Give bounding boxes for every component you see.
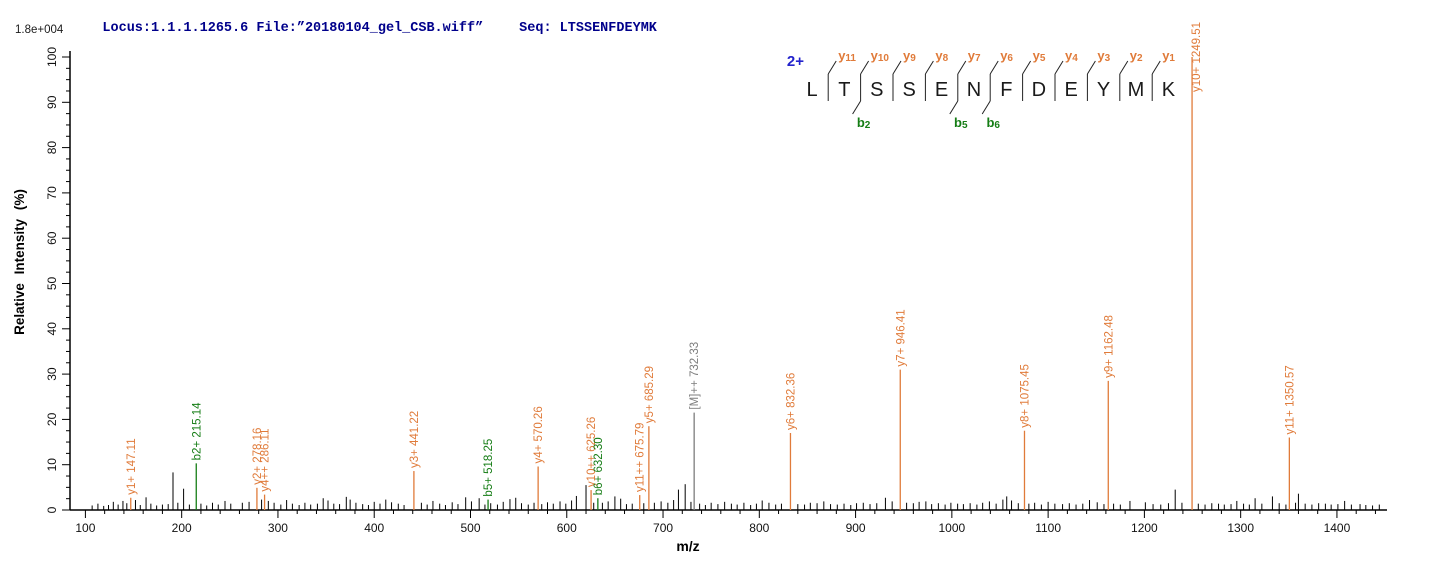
y-tick-label: 50 — [45, 277, 59, 291]
fragment-peak-label: y4++ 286.11 — [260, 429, 272, 492]
y-ion-label: y2 — [1130, 48, 1143, 64]
x-tick-label: 1200 — [1131, 521, 1158, 535]
y-tick-label: 0 — [45, 506, 59, 513]
fragment-peak-label: y4+ 570.26 — [533, 406, 545, 463]
y-tick-label: 30 — [45, 367, 59, 381]
b-ion-tick — [949, 100, 959, 115]
residue-letter: E — [1065, 79, 1078, 101]
y-tick-label: 60 — [45, 231, 59, 245]
precursor-charge-label: 2+ — [787, 53, 804, 70]
y-tick-label: 20 — [45, 412, 59, 426]
fragment-peak-label: b2+ 215.14 — [191, 402, 203, 460]
y-ion-tick — [1022, 60, 1032, 75]
y-ion-label: y9 — [903, 48, 916, 64]
fragment-peak-label: y9+ 1162.48 — [1103, 315, 1115, 378]
y-ion-tick — [860, 60, 870, 75]
fragment-peak-label: y11++ 675.79 — [635, 423, 647, 493]
y-ion-label: y10 — [871, 48, 890, 64]
y-ion-tick — [1086, 60, 1096, 75]
y-axis-title: Relative Intensity (%) — [12, 189, 27, 335]
axes-layer: 0 10 20 30 40 50 60 70 80 90 100 100 200 300 400 500 600… — [45, 47, 1387, 535]
y-ion-label: y6 — [1000, 48, 1013, 64]
spectrum-plot: 0 10 20 30 40 50 60 70 80 90 100 100 200 300 400 500 600… — [12, 22, 1387, 554]
residue-letter: F — [1000, 79, 1012, 101]
y-ion-tick — [1119, 60, 1129, 75]
x-tick-label: 200 — [172, 521, 192, 535]
y-ion-tick — [892, 60, 902, 75]
residue-letter: D — [1032, 79, 1046, 101]
x-tick-label: 1400 — [1324, 521, 1351, 535]
y-ion-tick — [1151, 60, 1161, 75]
residue-letter: S — [903, 79, 916, 101]
residue-letter: Y — [1097, 79, 1110, 101]
fragment-peak-label: b5+ 518.25 — [483, 439, 495, 497]
y-tick-label: 10 — [45, 458, 59, 472]
residue-letter: M — [1128, 79, 1145, 101]
y-ion-label: y11 — [838, 48, 856, 64]
x-tick-label: 700 — [653, 521, 673, 535]
y-ion-label: y8 — [935, 48, 948, 64]
x-axis-title: m/z — [676, 538, 699, 554]
residue-letter: N — [967, 79, 981, 101]
fragment-peak-label: [M]++ 732.33 — [689, 342, 701, 410]
residue-letter: T — [838, 79, 850, 101]
fragment-peak-label: y8+ 1075.45 — [1019, 364, 1031, 428]
residue-letter: L — [806, 79, 817, 101]
peptide-layer: L T S S E N F D E Y M Ky11 y10b2y9 y8 y7b5y6b6y5 y4 y3 y2… — [806, 48, 1175, 131]
y-tick-label: 80 — [45, 141, 59, 155]
fragment-peak-label: y11+ 1350.57 — [1284, 365, 1296, 434]
residue-letter: S — [870, 79, 883, 101]
residue-letter: K — [1162, 79, 1176, 101]
fragment-peak-label: b6+ 632.30 — [593, 437, 605, 495]
y-ion-label: y3 — [1097, 48, 1110, 64]
fragment-peak-label: y6+ 832.36 — [785, 373, 797, 430]
y-ion-label: y1 — [1162, 48, 1175, 64]
y-tick-label: 100 — [45, 47, 59, 67]
y-ion-label: y4 — [1065, 48, 1078, 64]
fragment-peak-label: y1+ 147.11 — [126, 438, 138, 494]
b-ion-label: b2 — [857, 115, 871, 131]
x-tick-label: 400 — [364, 521, 384, 535]
x-tick-label: 1300 — [1227, 521, 1254, 535]
b-ion-tick — [981, 100, 991, 115]
fragment-peak-label: y5+ 685.29 — [644, 366, 656, 423]
b-ion-label: b5 — [954, 115, 968, 131]
x-tick-label: 300 — [268, 521, 288, 535]
x-tick-label: 500 — [460, 521, 480, 535]
x-tick-label: 600 — [557, 521, 577, 535]
y-ion-label: y5 — [1033, 48, 1046, 64]
y-ion-tick — [827, 60, 837, 75]
spectrum-viewer: Locus:1.1.1.1265.6 File:”20180104_gel_CS… — [0, 0, 1436, 566]
b-ion-label: b6 — [986, 115, 1000, 131]
y-ion-label: y7 — [968, 48, 981, 64]
y-ion-tick — [924, 60, 934, 75]
y-ion-tick — [1054, 60, 1064, 75]
x-tick-label: 1000 — [938, 521, 965, 535]
y-tick-label: 40 — [45, 322, 59, 336]
residue-letter: E — [935, 79, 948, 101]
noise-layer — [91, 472, 1380, 510]
peaks-layer: y1+ 147.11b2+ 215.14 y2+ 278.16y4++ 286.1… — [126, 22, 1296, 510]
y-tick-label: 70 — [45, 186, 59, 200]
x-tick-label: 100 — [75, 521, 95, 535]
x-tick-label: 1100 — [1035, 521, 1061, 535]
y-tick-label: 90 — [45, 95, 59, 109]
b-ion-tick — [852, 100, 862, 115]
fragment-peak-label: y7+ 946.41 — [895, 309, 907, 366]
x-tick-label: 900 — [846, 521, 866, 535]
fragment-peak-label: y10+ 1249.51 — [1191, 22, 1203, 92]
y-ion-tick — [989, 60, 999, 75]
fragment-peak-label: y3+ 441.22 — [409, 411, 421, 468]
x-tick-label: 800 — [749, 521, 769, 535]
y-ion-tick — [957, 60, 967, 75]
